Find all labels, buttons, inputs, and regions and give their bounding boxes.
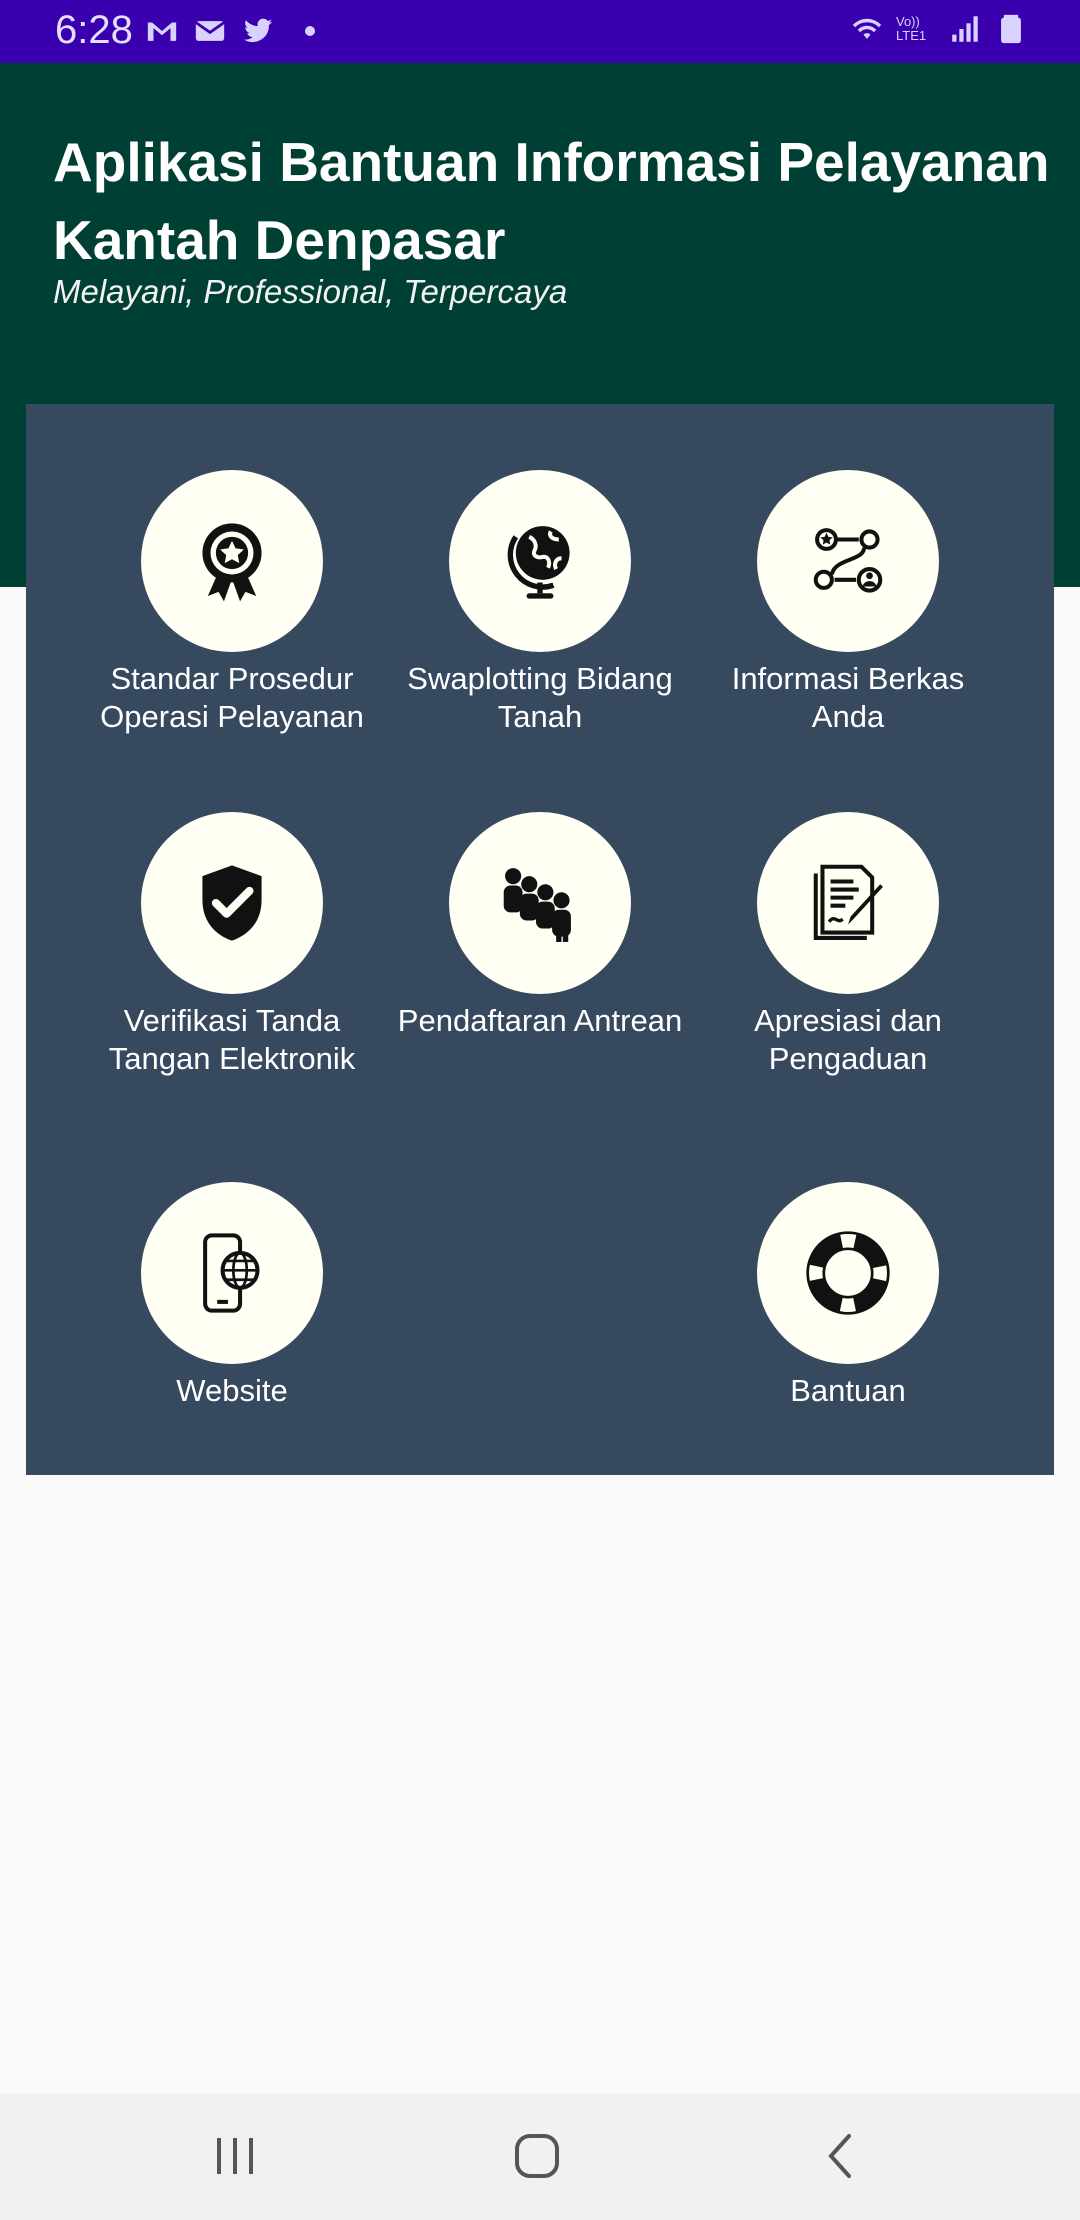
menu-item-informasi-berkas[interactable]: Informasi Berkas Anda <box>698 470 998 736</box>
home-icon <box>515 2134 559 2178</box>
status-notification-icons <box>145 14 315 48</box>
menu-item-website[interactable]: Website <box>82 1182 382 1410</box>
recent-apps-button[interactable] <box>205 2131 265 2181</box>
menu-item-label: Swaplotting Bidang Tanah <box>407 661 673 734</box>
lifebuoy-icon <box>806 1231 890 1315</box>
battery-icon <box>1001 14 1021 44</box>
gears-workflow-icon <box>813 528 883 593</box>
menu-item-pendaftaran-antrean[interactable]: Pendaftaran Antrean <box>390 812 690 1040</box>
signal-icon <box>952 16 978 42</box>
system-nav-bar <box>0 2093 1080 2220</box>
mail-icon <box>195 21 225 41</box>
menu-item-label: Standar Prosedur Operasi Pelayanan <box>100 661 364 734</box>
document-sign-icon <box>813 864 883 940</box>
globe-icon <box>507 526 570 599</box>
menu-item-icon-circle <box>449 470 631 652</box>
menu-item-icon-circle <box>757 1182 939 1364</box>
people-queue-icon <box>503 868 571 942</box>
menu-item-sop[interactable]: Standar Prosedur Operasi Pelayanan <box>82 470 382 736</box>
menu-item-swaplotting[interactable]: Swaplotting Bidang Tanah <box>390 470 690 736</box>
gmail-icon <box>147 22 177 41</box>
dot-icon <box>305 26 315 36</box>
home-button[interactable] <box>507 2131 567 2181</box>
wifi-icon <box>852 18 882 39</box>
menu-item-icon-circle <box>141 1182 323 1364</box>
menu-item-icon-circle <box>141 470 323 652</box>
status-bar: 6:28 Vo)) LTE1 <box>0 0 1080 63</box>
volte-icon: Vo)) LTE1 <box>896 14 927 43</box>
menu-item-icon-circle <box>757 470 939 652</box>
back-button[interactable] <box>809 2131 869 2181</box>
menu-item-icon-circle <box>449 812 631 994</box>
twitter-icon <box>243 18 273 43</box>
menu-item-apresiasi-pengaduan[interactable]: Apresiasi dan Pengaduan <box>698 812 998 1078</box>
menu-item-verifikasi-tte[interactable]: Verifikasi Tanda Tangan Elektronik <box>82 812 382 1078</box>
menu-item-label: Pendaftaran Antrean <box>397 1003 683 1038</box>
menu-item-label: Verifikasi Tanda Tangan Elektronik <box>108 1003 356 1076</box>
menu-item-label: Apresiasi dan Pengaduan <box>754 1003 942 1076</box>
menu-item-label: Informasi Berkas Anda <box>731 661 965 734</box>
status-time: 6:28 <box>55 8 133 52</box>
shield-check-icon <box>202 865 262 941</box>
menu-item-label: Bantuan <box>790 1373 906 1408</box>
menu-item-icon-circle <box>757 812 939 994</box>
back-icon <box>828 2134 851 2178</box>
app-subtitle: Melayani, Professional, Terpercaya <box>53 273 568 310</box>
menu-panel: Standar Prosedur Operasi Pelayanan Swapl… <box>26 404 1054 1475</box>
award-badge-icon <box>202 523 262 602</box>
menu-item-label: Website <box>176 1373 288 1408</box>
status-system-icons: Vo)) LTE1 <box>850 12 1028 46</box>
menu-item-bantuan[interactable]: Bantuan <box>698 1182 998 1410</box>
phone-globe-icon <box>203 1233 260 1313</box>
menu-item-icon-circle <box>141 812 323 994</box>
app-title: Aplikasi Bantuan Informasi Pelayanan Kan… <box>53 131 1050 271</box>
recent-apps-icon <box>217 2138 253 2174</box>
